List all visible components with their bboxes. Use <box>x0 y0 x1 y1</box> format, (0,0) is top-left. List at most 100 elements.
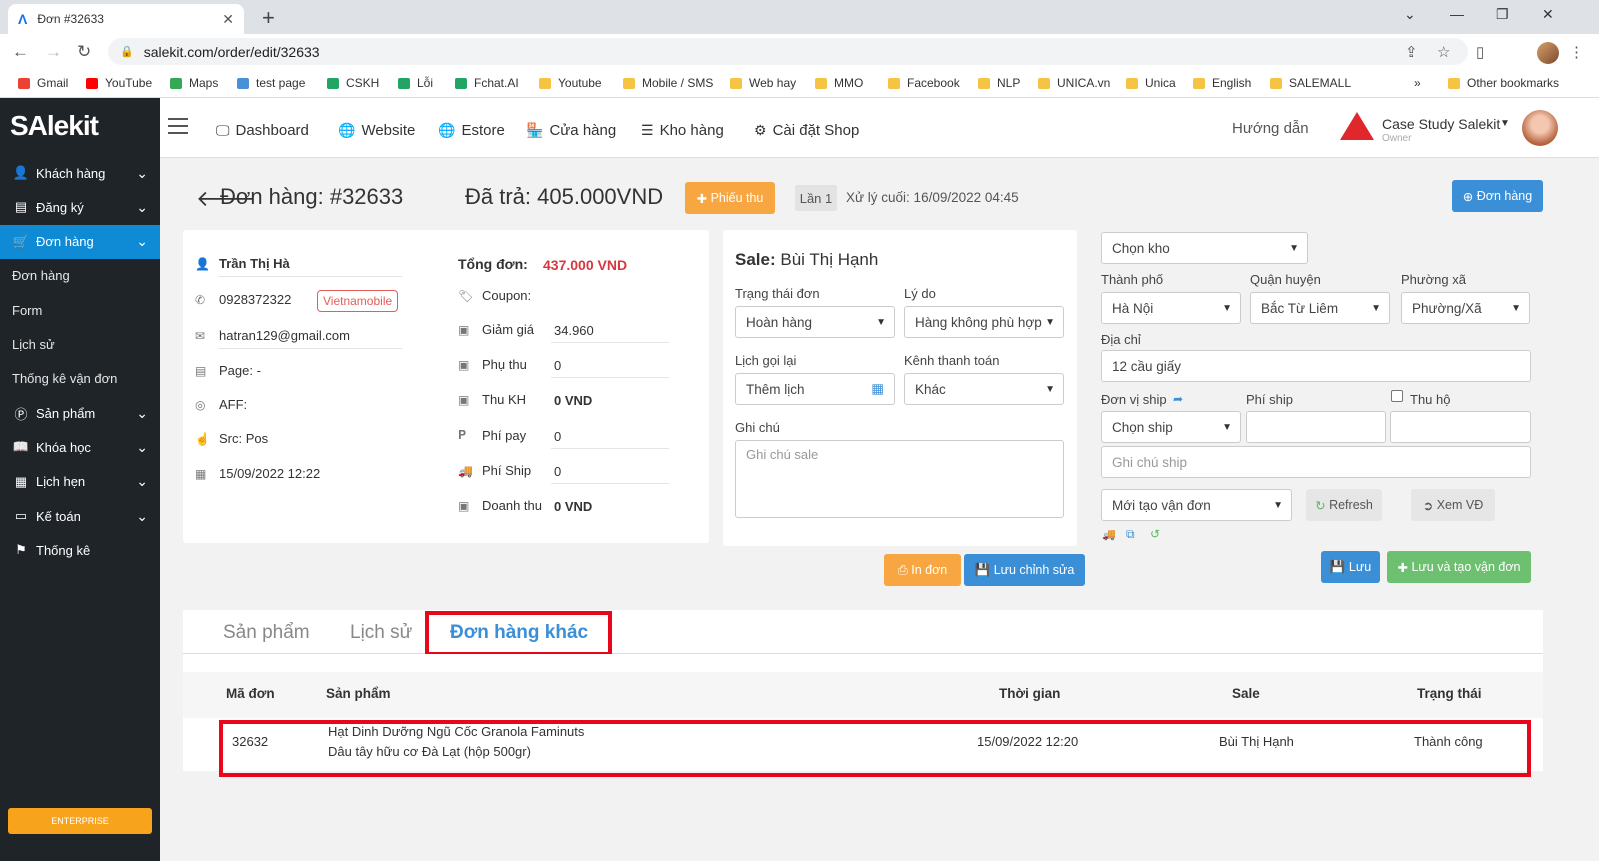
sidebar-item-sub-5[interactable]: Lịch sử <box>0 328 160 362</box>
cod-input[interactable] <box>1390 411 1531 443</box>
bookmark-gmail[interactable]: Gmail <box>18 76 68 90</box>
calendar-icon[interactable]: ▦ <box>871 381 884 397</box>
tab-products[interactable]: Sản phẩm <box>223 622 310 644</box>
user-avatar[interactable] <box>1522 110 1558 146</box>
discount-value[interactable]: 34.960 <box>554 323 594 338</box>
sidebar-item-1[interactable]: ▤ Đăng ký ⌄ <box>0 190 160 224</box>
waybill-status-select[interactable]: Mới tạo vận đơn ▼ <box>1101 489 1292 521</box>
callback-input[interactable]: Thêm lịch ▦ <box>735 373 895 405</box>
print-order-button[interactable]: ⎙ In đơn <box>884 554 961 586</box>
city-select[interactable]: Hà Nội ▼ <box>1101 292 1241 324</box>
topnav-website[interactable]: 🌐 Website <box>338 122 415 139</box>
topnav-c-i-t-shop[interactable]: ⚙ Cài đặt Shop <box>754 122 859 139</box>
close-window-icon[interactable]: ✕ <box>1542 6 1554 23</box>
customer-email[interactable]: hatran129@gmail.com <box>219 328 350 343</box>
warehouse-select[interactable]: Chọn kho ▼ <box>1101 232 1308 264</box>
ward-select[interactable]: Phường/Xã ▼ <box>1401 292 1530 324</box>
view-waybill-button[interactable]: ➲ Xem VĐ <box>1411 489 1495 521</box>
sidebar-item-0[interactable]: 👤 Khách hàng ⌄ <box>0 156 160 190</box>
note-textarea[interactable]: Ghi chú sale <box>735 440 1064 518</box>
save-create-waybill-button[interactable]: ✚ Lưu và tạo vận đơn <box>1387 551 1531 583</box>
bookmark-unica[interactable]: Unica <box>1126 76 1176 90</box>
payfee-value[interactable]: 0 <box>554 429 561 444</box>
account-name[interactable]: Case Study Salekit <box>1382 116 1500 132</box>
ship-note-input[interactable]: Ghi chú ship <box>1101 446 1531 478</box>
cod-checkbox[interactable] <box>1391 390 1403 402</box>
restore-icon[interactable]: ❐ <box>1496 6 1509 23</box>
district-select[interactable]: Bắc Từ Liêm ▼ <box>1250 292 1390 324</box>
customer-phone[interactable]: 0928372322 <box>219 292 291 307</box>
bookmark-english[interactable]: English <box>1193 76 1251 90</box>
bookmark-youtube[interactable]: Youtube <box>539 76 602 90</box>
sidebar-item-sub-6[interactable]: Thống kê vận đơn <box>0 362 160 396</box>
column-header[interactable]: Trạng thái <box>1417 686 1482 701</box>
new-order-button[interactable]: ⊕ Đơn hàng <box>1452 180 1543 212</box>
url-bar[interactable]: 🔒 salekit.com/order/edit/32633 <box>108 38 1468 65</box>
reload-icon[interactable]: ↻ <box>77 42 91 62</box>
more-bookmarks-icon[interactable]: » <box>1414 76 1421 90</box>
refresh-button[interactable]: ↻ Refresh <box>1306 489 1382 521</box>
sidebar-item-sub-4[interactable]: Form <box>0 293 160 327</box>
bookmark-star-icon[interactable]: ☆ <box>1437 43 1450 61</box>
sidebar-item-11[interactable]: ⚑ Thống kê <box>0 533 160 567</box>
topnav-dashboard[interactable]: 🖵 Dashboard <box>216 122 309 139</box>
bookmark-mobile-sms[interactable]: Mobile / SMS <box>623 76 713 90</box>
forward-icon[interactable]: → <box>45 42 62 62</box>
ship-unit-select[interactable]: Chọn ship ▼ <box>1101 411 1241 443</box>
menu-icon[interactable]: ⋮ <box>1569 43 1584 61</box>
minimize-icon[interactable]: — <box>1450 6 1464 22</box>
bookmark-facebook[interactable]: Facebook <box>888 76 960 90</box>
ship-fee-input[interactable] <box>1246 411 1386 443</box>
sidebar-item-2[interactable]: 🛒 Đơn hàng ⌄ <box>0 224 160 259</box>
bookmark-mmo[interactable]: MMO <box>815 76 863 90</box>
bookmark-fchat-ai[interactable]: Fchat.AI <box>455 76 519 90</box>
sidebar-item-7[interactable]: Ⓟ Sản phẩm ⌄ <box>0 396 160 430</box>
side-panel-icon[interactable]: ▯ <box>1476 43 1484 61</box>
receipt-button[interactable]: ✚ Phiếu thu <box>685 182 775 214</box>
profile-avatar[interactable] <box>1537 42 1559 64</box>
column-header[interactable]: Sale <box>1232 686 1260 701</box>
back-icon[interactable]: ← <box>12 42 29 62</box>
sidebar-item-10[interactable]: ▭ Kế toán ⌄ <box>0 499 160 533</box>
browser-tab[interactable]: Λ Đơn #32633 ✕ <box>8 4 244 34</box>
shipfee-value[interactable]: 0 <box>554 464 561 479</box>
copy-icon[interactable]: ⧉ <box>1126 527 1135 542</box>
sidebar-item-8[interactable]: 📖 Khóa học ⌄ <box>0 430 160 464</box>
guide-link[interactable]: Hướng dẫn <box>1232 120 1309 137</box>
topnav-estore[interactable]: 🌐 Estore <box>438 122 505 139</box>
bookmark-cskh[interactable]: CSKH <box>327 76 379 90</box>
save-edit-button[interactable]: 💾 Lưu chỉnh sửa <box>964 554 1085 586</box>
bookmark-nlp[interactable]: NLP <box>978 76 1020 90</box>
bookmark-web-hay[interactable]: Web hay <box>730 76 796 90</box>
hamburger-menu-icon[interactable] <box>168 118 188 134</box>
surcharge-value[interactable]: 0 <box>554 358 561 373</box>
other-bookmarks[interactable]: Other bookmarks <box>1448 76 1559 90</box>
topnav-kho-h-ng[interactable]: ☰ Kho hàng <box>641 122 724 139</box>
column-header[interactable]: Thời gian <box>999 686 1060 701</box>
close-tab-icon[interactable]: ✕ <box>222 11 234 28</box>
save-button[interactable]: 💾 Lưu <box>1321 551 1380 583</box>
external-link-icon[interactable]: ➦ <box>1173 392 1183 406</box>
payment-select[interactable]: Khác ▼ <box>904 373 1064 405</box>
topnav-c-a-h-ng[interactable]: 🏪 Cửa hàng <box>526 122 616 139</box>
column-header[interactable]: Mã đơn <box>226 686 275 701</box>
tab-history[interactable]: Lịch sử <box>350 622 412 644</box>
bookmark-salemall[interactable]: SALEMALL <box>1270 76 1351 90</box>
sidebar-item-9[interactable]: ▦ Lịch hẹn ⌄ <box>0 465 160 499</box>
status-select[interactable]: Hoàn hàng ▼ <box>735 306 895 338</box>
bookmark-maps[interactable]: Maps <box>170 76 218 90</box>
column-header[interactable]: Sản phẩm <box>326 686 391 701</box>
bookmark-youtube[interactable]: YouTube <box>86 76 152 90</box>
bookmark-test-page[interactable]: test page <box>237 76 305 90</box>
tab-search-icon[interactable]: ⌄ <box>1404 6 1416 23</box>
share-icon[interactable]: ⇪ <box>1405 43 1418 61</box>
enterprise-badge[interactable]: ENTERPRISE <box>8 808 152 834</box>
reason-select[interactable]: Hàng không phù hợp ▼ <box>904 306 1064 338</box>
history-icon[interactable]: ↺ <box>1150 527 1160 541</box>
account-caret-icon[interactable]: ▼ <box>1500 118 1510 129</box>
bookmark-unica-vn[interactable]: UNICA.vn <box>1038 76 1110 90</box>
bookmark-l-i[interactable]: Lỗi <box>398 76 433 90</box>
sidebar-item-sub-3[interactable]: Đơn hàng <box>0 259 160 293</box>
new-tab-icon[interactable]: + <box>262 5 275 31</box>
address-input[interactable]: 12 cầu giấy <box>1101 350 1531 382</box>
